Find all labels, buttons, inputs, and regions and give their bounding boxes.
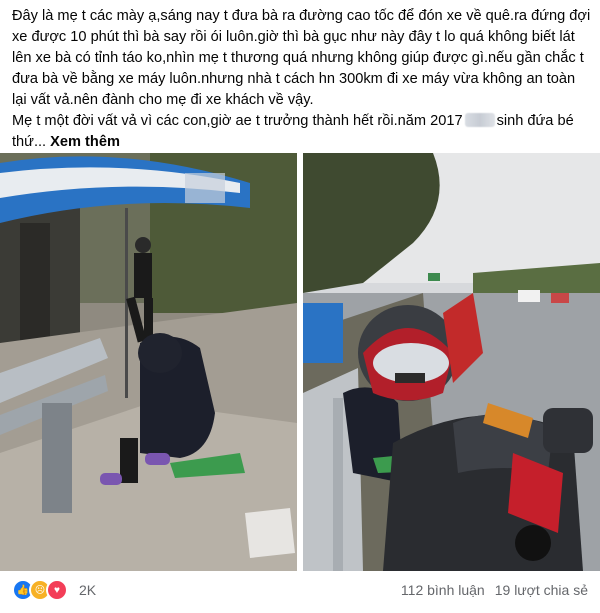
reactions-bar[interactable]: 👍 ☹ ♥ 2K: [12, 578, 96, 602]
photo-mother-by-roadside[interactable]: [0, 153, 297, 571]
reaction-count[interactable]: 2K: [79, 582, 96, 598]
roadside-scene-image: [0, 153, 297, 571]
shares-count[interactable]: 19 lượt chia sẻ: [495, 582, 588, 598]
photo-motorbike-on-highway[interactable]: [303, 153, 600, 571]
post-paragraph-2: Mẹ t một đời vất vả vì các con,giờ ae t …: [12, 111, 592, 153]
highway-scene-image: [303, 153, 600, 571]
see-more-link[interactable]: Xem thêm: [50, 134, 120, 150]
blurred-name: [464, 113, 495, 127]
love-icon: ♥: [46, 579, 68, 601]
post-paragraph-1: Đây là mẹ t các mày ạ,sáng nay t đưa bà …: [12, 8, 591, 108]
post-text: Đây là mẹ t các mày ạ,sáng nay t đưa bà …: [12, 6, 592, 153]
post-paragraph-2-start: Mẹ t một đời vất vả vì các con,giờ ae t …: [12, 113, 463, 129]
reaction-icons: 👍 ☹ ♥: [12, 579, 68, 601]
comments-count[interactable]: 112 bình luận: [401, 582, 485, 598]
post-stats: 112 bình luận 19 lượt chia sẻ: [401, 578, 588, 602]
